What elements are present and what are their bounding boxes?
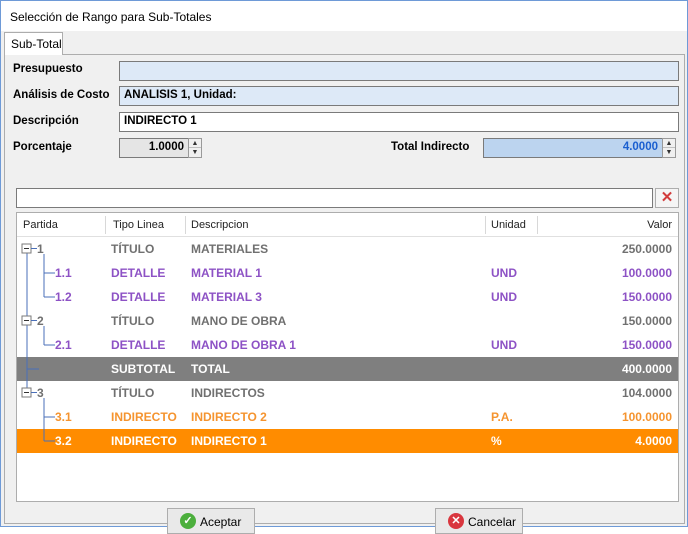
table-row[interactable]: 1.1 DETALLE MATERIAL 1 UND 100.0000: [17, 261, 678, 285]
tree-lines: [21, 243, 55, 442]
cell-unidad: UND: [491, 338, 517, 352]
window-title: Selección de Rango para Sub-Totales: [10, 10, 212, 24]
presupuesto-field[interactable]: [119, 61, 679, 81]
cell-descripcion: TOTAL: [191, 362, 230, 376]
table-row[interactable]: 1.2 DETALLE MATERIAL 3 UND 150.0000: [17, 285, 678, 309]
table-row[interactable]: SUBTOTAL TOTAL 400.0000: [17, 357, 678, 381]
cell-tipo-linea: TÍTULO: [111, 314, 155, 328]
cell-tipo-linea: TÍTULO: [111, 242, 155, 256]
column-separator: [105, 216, 106, 234]
tab-sub-total[interactable]: Sub-Total: [4, 32, 63, 55]
table-row[interactable]: 2.1 DETALLE MANO DE OBRA 1 UND 150.0000: [17, 333, 678, 357]
column-descripcion[interactable]: Descripcion: [191, 219, 248, 231]
cell-tipo-linea: INDIRECTO: [111, 434, 177, 448]
table-row[interactable]: 3 TÍTULO INDIRECTOS 104.0000: [17, 381, 678, 405]
porcentaje-field[interactable]: 1.0000: [119, 138, 189, 158]
cell-descripcion: INDIRECTOS: [191, 386, 265, 400]
cell-descripcion: INDIRECTO 2: [191, 410, 267, 424]
column-separator: [537, 216, 538, 234]
cell-tipo-linea: INDIRECTO: [111, 410, 177, 424]
cell-descripcion: MATERIAL 3: [191, 290, 262, 304]
cell-tipo-linea: DETALLE: [111, 266, 166, 280]
cell-descripcion: MANO DE OBRA: [191, 314, 287, 328]
accept-button[interactable]: ✓ Aceptar: [167, 508, 255, 534]
spin-up-icon[interactable]: ▲: [189, 139, 201, 148]
analisis-label: Análisis de Costo: [13, 89, 110, 101]
title-bar[interactable]: Selección de Rango para Sub-Totales: [1, 1, 687, 31]
dialog-body: Sub-Total Presupuesto Análisis de Costo …: [1, 31, 687, 534]
cell-valor: 100.0000: [621, 410, 672, 424]
cell-descripcion: MATERIAL 1: [191, 266, 262, 280]
cell-descripcion: MATERIALES: [191, 242, 269, 256]
table-row[interactable]: 2 TÍTULO MANO DE OBRA 150.0000: [17, 309, 678, 333]
table-row[interactable]: 1 TÍTULO MATERIALES 250.0000: [17, 237, 678, 261]
column-tipo-linea[interactable]: Tipo Linea: [113, 219, 164, 231]
cell-valor: 100.0000: [621, 266, 672, 280]
cell-valor: 150.0000: [621, 290, 672, 304]
descripcion-label: Descripción: [13, 115, 79, 127]
tab-page: Presupuesto Análisis de Costo ANALISIS 1…: [4, 54, 685, 534]
cell-valor: 400.0000: [621, 362, 672, 376]
cell-tipo-linea: DETALLE: [111, 338, 166, 352]
dialog-window: Selección de Rango para Sub-Totales Sub-…: [0, 0, 688, 534]
porcentaje-label: Porcentaje: [13, 141, 72, 153]
spin-up-icon[interactable]: ▲: [663, 139, 675, 148]
total-indirecto-field[interactable]: 4.0000: [483, 138, 663, 158]
cell-valor: 250.0000: [621, 242, 672, 256]
analisis-field[interactable]: ANALISIS 1, Unidad:: [119, 86, 679, 106]
items-grid[interactable]: Partida Tipo Linea Descripcion Unidad Va…: [16, 212, 679, 502]
table-row[interactable]: 3.1 INDIRECTO INDIRECTO 2 P.A. 100.0000: [17, 405, 678, 429]
filter-input[interactable]: [16, 188, 653, 208]
close-icon: ✕: [660, 189, 674, 206]
cell-valor: 150.0000: [621, 314, 672, 328]
column-separator: [185, 216, 186, 234]
cell-descripcion: INDIRECTO 1: [191, 434, 267, 448]
cell-unidad: P.A.: [491, 410, 513, 424]
cell-tipo-linea: DETALLE: [111, 290, 166, 304]
cancel-button[interactable]: ✕ Cancelar: [435, 508, 523, 534]
table-row[interactable]: 3.2 INDIRECTO INDIRECTO 1% 4.0000: [17, 429, 678, 453]
cell-valor: 150.0000: [621, 338, 672, 352]
column-unidad[interactable]: Unidad: [491, 219, 526, 231]
cell-descripcion: MANO DE OBRA 1: [191, 338, 296, 352]
column-valor[interactable]: Valor: [647, 219, 672, 231]
clear-filter-button[interactable]: ✕: [655, 188, 679, 208]
total-indirecto-spinner[interactable]: ▲ ▼: [662, 138, 676, 158]
cell-unidad: UND: [491, 290, 517, 304]
cell-unidad: UND: [491, 266, 517, 280]
cell-tipo-linea: SUBTOTAL: [111, 362, 176, 376]
cell-unidad: %: [491, 434, 502, 448]
spin-down-icon[interactable]: ▼: [189, 148, 201, 157]
column-separator: [485, 216, 486, 234]
cell-valor: 4.0000: [635, 434, 672, 448]
porcentaje-spinner[interactable]: ▲ ▼: [188, 138, 202, 158]
total-indirecto-label: Total Indirecto: [391, 141, 470, 153]
spin-down-icon[interactable]: ▼: [663, 148, 675, 157]
cell-valor: 104.0000: [621, 386, 672, 400]
grid-header: Partida Tipo Linea Descripcion Unidad Va…: [17, 213, 678, 237]
descripcion-field[interactable]: INDIRECTO 1: [119, 112, 679, 132]
cell-tipo-linea: TÍTULO: [111, 386, 155, 400]
collapse-toggle-icon[interactable]: [21, 243, 37, 398]
presupuesto-label: Presupuesto: [13, 63, 83, 75]
